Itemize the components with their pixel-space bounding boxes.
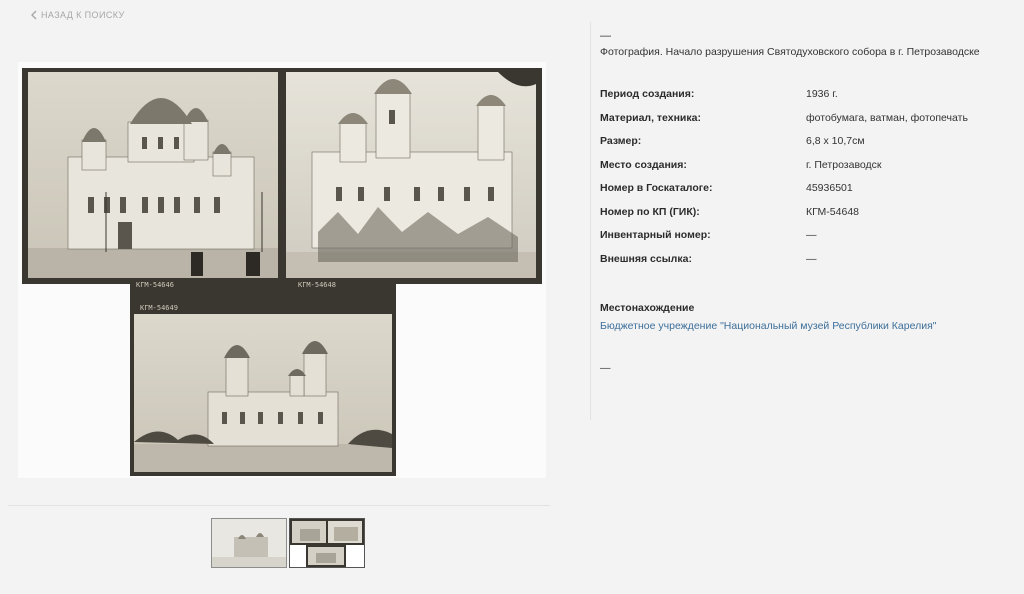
property-value: — bbox=[806, 229, 817, 241]
inscription-2: КГМ-54648 bbox=[298, 281, 336, 289]
property-value: фотобумага, ватман, фотопечать bbox=[806, 111, 968, 124]
property-value: 6,8 х 10,7см bbox=[806, 135, 865, 147]
property-place: Место создания: г. Петрозаводск bbox=[600, 159, 1010, 183]
column-divider bbox=[590, 22, 591, 420]
inscription-1: КГМ-54646 bbox=[136, 281, 174, 289]
property-label: Размер: bbox=[600, 135, 642, 147]
properties-list: Период создания: 1936 г. Материал, техни… bbox=[600, 88, 1010, 276]
property-kp-number: Номер по КП (ГИК): КГМ-54648 bbox=[600, 206, 1010, 230]
object-title: Фотография. Начало разрушения Святодухов… bbox=[600, 46, 980, 58]
property-inventory-number: Инвентарный номер: — bbox=[600, 229, 1010, 253]
thumbnail-1[interactable] bbox=[211, 518, 287, 568]
property-external-link: Внешняя ссылка: — bbox=[600, 253, 1010, 277]
property-material: Материал, техника: фотобумага, ватман, ф… bbox=[600, 112, 1010, 136]
property-value: г. Петрозаводск bbox=[806, 158, 882, 171]
back-link-label: НАЗАД К ПОИСКУ bbox=[41, 10, 125, 20]
property-label: Период создания: bbox=[600, 88, 695, 100]
bottom-dash: — bbox=[600, 362, 611, 374]
property-value: — bbox=[806, 252, 817, 265]
thumbnail-2-image bbox=[290, 519, 364, 567]
property-label: Материал, техника: bbox=[600, 111, 701, 124]
location-heading: Местонахождение bbox=[600, 302, 695, 314]
thumbnail-1-image bbox=[212, 519, 286, 567]
photo-viewer[interactable]: КГМ-54646 КГМ-54648 КГМ-54649 bbox=[18, 62, 546, 478]
property-goskatalog-number: Номер в Госкаталоге: 45936501 bbox=[600, 182, 1010, 206]
thumbnail-2[interactable] bbox=[289, 518, 365, 568]
chevron-left-icon bbox=[31, 10, 37, 20]
property-value: 45936501 bbox=[806, 182, 853, 194]
thumbnail-strip bbox=[211, 518, 365, 568]
property-label: Место создания: bbox=[600, 158, 687, 171]
property-label: Внешняя ссылка: bbox=[600, 252, 692, 265]
property-label: Номер в Госкаталоге: bbox=[600, 182, 713, 194]
top-dash: — bbox=[600, 30, 611, 42]
property-value: КГМ-54648 bbox=[806, 205, 860, 218]
viewer-divider bbox=[8, 505, 550, 506]
back-to-search-link[interactable]: НАЗАД К ПОИСКУ bbox=[30, 10, 125, 20]
property-period: Период создания: 1936 г. bbox=[600, 88, 1010, 112]
inscription-3: КГМ-54649 bbox=[140, 304, 178, 312]
property-label: Инвентарный номер: bbox=[600, 229, 711, 241]
museum-link[interactable]: Бюджетное учреждение "Национальный музей… bbox=[600, 320, 1010, 332]
property-value: 1936 г. bbox=[806, 88, 838, 100]
property-size: Размер: 6,8 х 10,7см bbox=[600, 135, 1010, 159]
info-panel: — Фотография. Начало разрушения Святодух… bbox=[600, 30, 1010, 374]
property-label: Номер по КП (ГИК): bbox=[600, 205, 700, 218]
archival-photo: КГМ-54646 КГМ-54648 КГМ-54649 bbox=[22, 68, 542, 476]
